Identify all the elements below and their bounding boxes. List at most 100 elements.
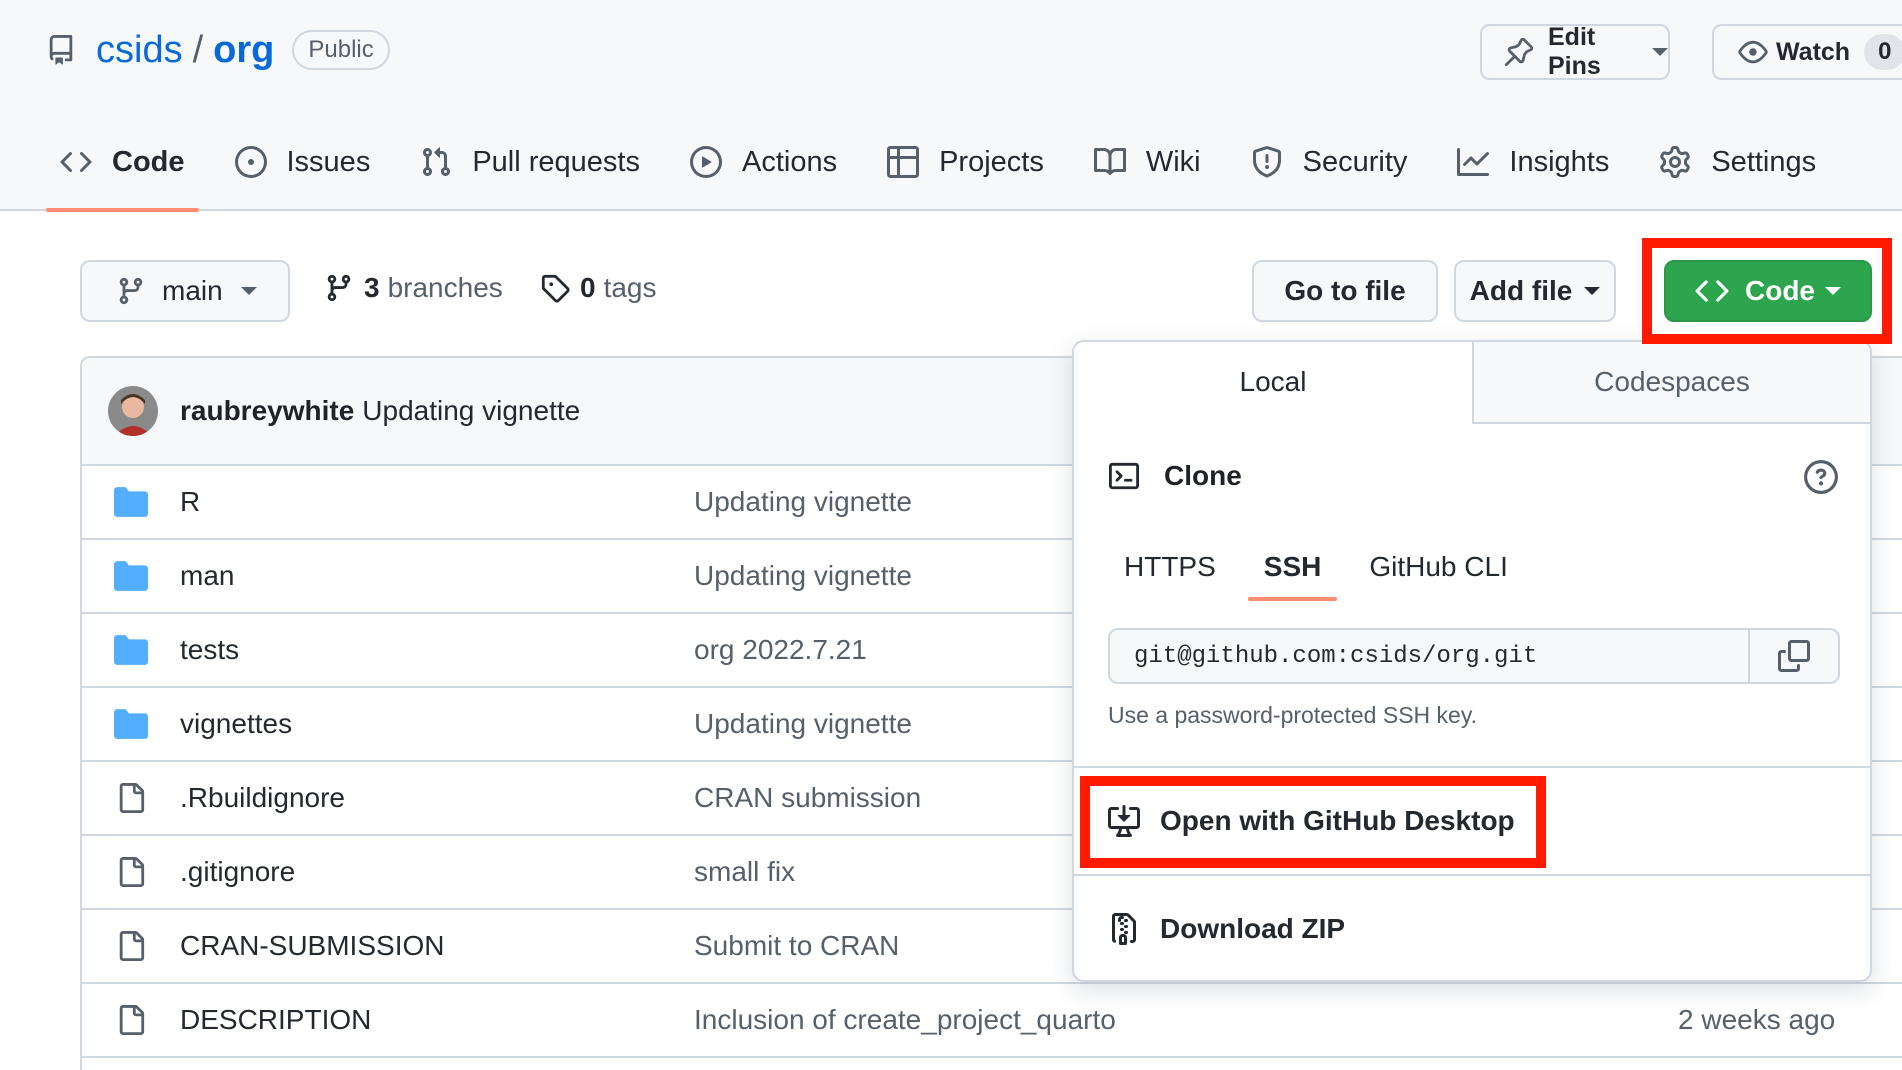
repo-nav: Code Issues Pull requests Actions Projec… bbox=[46, 132, 1852, 212]
graph-icon bbox=[1457, 146, 1490, 178]
tab-pull-requests[interactable]: Pull requests bbox=[406, 132, 654, 192]
watch-button[interactable]: Watch 0 bbox=[1712, 24, 1902, 80]
commit-message[interactable]: Updating vignette bbox=[362, 395, 580, 427]
terminal-icon bbox=[1108, 461, 1140, 491]
avatar[interactable] bbox=[108, 386, 158, 436]
watch-label: Watch bbox=[1776, 37, 1851, 66]
file-commit-message[interactable]: Updating vignette bbox=[694, 708, 912, 740]
file-name[interactable]: CRAN-SUBMISSION bbox=[180, 930, 444, 962]
clone-protocol-tabs: HTTPS SSH GitHub CLI bbox=[1108, 537, 1540, 601]
eye-icon bbox=[1738, 37, 1768, 67]
file-name[interactable]: .gitignore bbox=[180, 856, 295, 888]
download-zip-link[interactable]: Download ZIP bbox=[1108, 913, 1345, 945]
repo-owner-link[interactable]: csids bbox=[96, 26, 183, 74]
clone-url[interactable]: git@github.com:csids/org.git bbox=[1110, 643, 1748, 670]
tab-security[interactable]: Security bbox=[1237, 132, 1422, 192]
protocol-tab-https[interactable]: HTTPS bbox=[1108, 537, 1232, 597]
tab-wiki[interactable]: Wiki bbox=[1080, 132, 1215, 192]
file-icon bbox=[114, 1005, 148, 1035]
tab-label: Code bbox=[112, 145, 185, 178]
tab-projects[interactable]: Projects bbox=[873, 132, 1058, 192]
chevron-down-icon bbox=[1584, 287, 1601, 295]
file-icon bbox=[114, 783, 148, 813]
branches-link[interactable]: 3 branches bbox=[324, 272, 503, 304]
tab-codespaces[interactable]: Codespaces bbox=[1472, 342, 1870, 422]
visibility-badge: Public bbox=[292, 30, 390, 70]
code-dropdown: Local Codespaces Clone HTTPS SSH GitHub … bbox=[1072, 340, 1872, 982]
file-name[interactable]: DESCRIPTION bbox=[180, 1004, 371, 1036]
file-name[interactable]: R bbox=[180, 486, 200, 518]
file-zip-icon bbox=[1108, 913, 1140, 945]
tab-label: Wiki bbox=[1145, 145, 1201, 178]
chevron-down-icon bbox=[1652, 48, 1668, 56]
branches-count: 3 bbox=[364, 272, 380, 303]
tags-link[interactable]: 0 tags bbox=[540, 272, 657, 304]
book-icon bbox=[1093, 146, 1126, 178]
question-icon[interactable] bbox=[1804, 460, 1838, 494]
clone-heading: Clone bbox=[1108, 460, 1242, 492]
table-row[interactable]: DESCRIPTION Inclusion of create_project_… bbox=[82, 984, 1902, 1058]
repo-name-link[interactable]: org bbox=[213, 26, 274, 74]
tab-issues[interactable]: Issues bbox=[221, 132, 385, 192]
file-commit-message[interactable]: CRAN submission bbox=[694, 782, 921, 814]
tab-label: Actions bbox=[741, 145, 838, 178]
file-commit-message[interactable]: Updating vignette bbox=[694, 486, 912, 518]
code-icon bbox=[60, 146, 92, 178]
open-desktop-label: Open with GitHub Desktop bbox=[1160, 805, 1515, 836]
open-github-desktop-link[interactable]: Open with GitHub Desktop bbox=[1108, 805, 1515, 837]
repo-icon bbox=[46, 33, 76, 67]
tags-count: 0 bbox=[580, 272, 596, 303]
copy-button[interactable] bbox=[1748, 630, 1838, 682]
code-dropdown-tabs: Local Codespaces bbox=[1074, 342, 1870, 424]
tab-label: Security bbox=[1302, 145, 1408, 178]
repo-title: csids / org Public bbox=[46, 26, 390, 74]
file-commit-age: 2 weeks ago bbox=[1678, 1004, 1836, 1035]
file-name[interactable]: man bbox=[180, 560, 234, 592]
chevron-down-icon bbox=[1825, 287, 1841, 295]
tab-label: Projects bbox=[939, 145, 1044, 178]
commit-author[interactable]: raubreywhite bbox=[180, 395, 354, 427]
folder-icon bbox=[114, 561, 148, 591]
tab-actions[interactable]: Actions bbox=[676, 132, 851, 192]
branch-name: main bbox=[162, 275, 223, 306]
add-file-button[interactable]: Add file bbox=[1454, 260, 1616, 322]
file-name[interactable]: .Rbuildignore bbox=[180, 782, 345, 814]
download-zip-label: Download ZIP bbox=[1160, 913, 1346, 944]
file-commit-message[interactable]: Inclusion of create_project_quarto bbox=[694, 1004, 1116, 1036]
file-commit-message[interactable]: Submit to CRAN bbox=[694, 930, 899, 962]
desktop-download-icon bbox=[1108, 805, 1140, 837]
clone-url-field[interactable]: git@github.com:csids/org.git bbox=[1108, 628, 1840, 684]
repo-header: csids / org Public Edit Pins Watch 0 Cod… bbox=[0, 0, 1902, 212]
pull-request-icon bbox=[420, 146, 452, 178]
tags-label: tags bbox=[603, 272, 657, 303]
clone-title: Clone bbox=[1164, 460, 1242, 491]
tab-label: Issues bbox=[286, 145, 371, 178]
protocol-tab-ssh[interactable]: SSH bbox=[1247, 537, 1338, 601]
git-branch-icon bbox=[324, 273, 354, 303]
folder-icon bbox=[114, 635, 148, 665]
issue-icon bbox=[234, 146, 267, 178]
code-button[interactable]: Code bbox=[1664, 260, 1872, 322]
divider bbox=[1074, 766, 1870, 768]
tab-settings[interactable]: Settings bbox=[1645, 132, 1830, 192]
edit-pins-button[interactable]: Edit Pins bbox=[1480, 23, 1670, 80]
repo-path-separator: / bbox=[192, 29, 204, 71]
tab-label: Insights bbox=[1509, 145, 1610, 178]
branches-label: branches bbox=[387, 272, 503, 303]
file-commit-message[interactable]: org 2022.7.21 bbox=[694, 634, 867, 666]
tab-insights[interactable]: Insights bbox=[1443, 132, 1623, 192]
file-name[interactable]: vignettes bbox=[180, 708, 292, 740]
tab-code[interactable]: Code bbox=[46, 132, 199, 212]
shield-icon bbox=[1251, 146, 1283, 178]
add-file-label: Add file bbox=[1469, 275, 1573, 306]
go-to-file-button[interactable]: Go to file bbox=[1252, 260, 1438, 322]
code-button-label: Code bbox=[1745, 275, 1815, 306]
file-commit-message[interactable]: small fix bbox=[694, 856, 795, 888]
edit-pins-label: Edit Pins bbox=[1548, 23, 1601, 80]
protocol-tab-github-cli[interactable]: GitHub CLI bbox=[1353, 537, 1524, 597]
file-icon bbox=[114, 857, 148, 887]
branch-selector-button[interactable]: main bbox=[80, 260, 290, 322]
file-commit-message[interactable]: Updating vignette bbox=[694, 560, 912, 592]
tab-local[interactable]: Local bbox=[1074, 342, 1472, 424]
file-name[interactable]: tests bbox=[180, 634, 239, 666]
